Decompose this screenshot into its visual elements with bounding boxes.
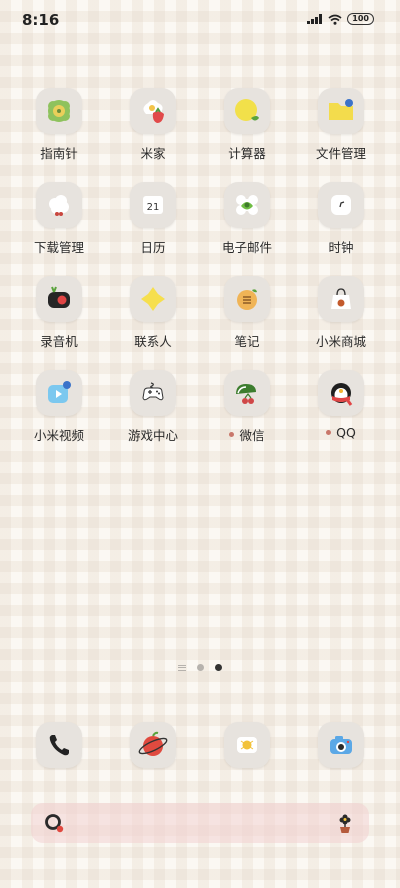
app-label: 文件管理 bbox=[315, 146, 366, 161]
wifi-icon bbox=[328, 14, 342, 25]
app-label: 电子邮件 bbox=[221, 240, 272, 255]
page-dot-1[interactable] bbox=[197, 664, 204, 671]
app-contacts[interactable]: 联系人 bbox=[106, 276, 200, 350]
recorder-icon[interactable] bbox=[36, 276, 82, 322]
mijia-icon[interactable] bbox=[130, 88, 176, 134]
file-manager-icon[interactable] bbox=[318, 88, 364, 134]
contacts-icon[interactable] bbox=[130, 276, 176, 322]
dock-camera[interactable] bbox=[294, 722, 388, 768]
browser-icon[interactable] bbox=[130, 722, 176, 768]
clock-icon[interactable] bbox=[318, 182, 364, 228]
app-label: 笔记 bbox=[234, 334, 260, 349]
search-icon[interactable] bbox=[43, 812, 65, 834]
phone-icon[interactable] bbox=[36, 722, 82, 768]
calendar-day: 21 bbox=[147, 202, 160, 213]
notification-dot bbox=[229, 432, 235, 437]
app-label: 时钟 bbox=[328, 240, 354, 255]
search-bar[interactable] bbox=[31, 803, 369, 843]
app-notes[interactable]: 笔记 bbox=[200, 276, 294, 350]
app-calendar[interactable]: 21 日历 bbox=[106, 182, 200, 256]
notification-dot bbox=[326, 430, 332, 435]
calendar-icon[interactable]: 21 bbox=[130, 182, 176, 228]
signal-icon bbox=[307, 14, 323, 24]
download-manager-icon[interactable] bbox=[36, 182, 82, 228]
notes-icon[interactable] bbox=[224, 276, 270, 322]
app-mi-video[interactable]: 小米视频 bbox=[12, 370, 106, 444]
page-dot-2-active[interactable] bbox=[215, 664, 222, 671]
dock-phone[interactable] bbox=[12, 722, 106, 768]
app-mi-store[interactable]: 小米商城 bbox=[294, 276, 388, 350]
app-label: 日历 bbox=[140, 240, 166, 255]
status-icons: 100 bbox=[307, 13, 374, 25]
page-indicator bbox=[0, 664, 400, 671]
app-label: 下载管理 bbox=[33, 240, 84, 255]
app-label: 游戏中心 bbox=[127, 428, 178, 443]
dock-browser[interactable] bbox=[106, 722, 200, 768]
mi-store-icon[interactable] bbox=[318, 276, 364, 322]
app-label: 计算器 bbox=[228, 146, 266, 161]
dock bbox=[12, 722, 388, 768]
app-label: 小米商城 bbox=[315, 334, 366, 349]
dock-messages[interactable] bbox=[200, 722, 294, 768]
page-list-icon[interactable] bbox=[178, 664, 186, 671]
status-bar: 8:16 100 bbox=[0, 0, 400, 44]
app-calculator[interactable]: 计算器 bbox=[200, 88, 294, 162]
app-recorder[interactable]: 录音机 bbox=[12, 276, 106, 350]
battery-icon: 100 bbox=[347, 13, 374, 25]
messages-icon[interactable] bbox=[224, 722, 270, 768]
game-center-icon[interactable] bbox=[130, 370, 176, 416]
flower-pot-icon[interactable] bbox=[333, 811, 357, 835]
email-icon[interactable] bbox=[224, 182, 270, 228]
app-label: 录音机 bbox=[40, 334, 78, 349]
app-qq[interactable]: QQ bbox=[294, 370, 388, 444]
app-email[interactable]: 电子邮件 bbox=[200, 182, 294, 256]
app-label: 联系人 bbox=[134, 334, 172, 349]
status-time: 8:16 bbox=[22, 11, 60, 29]
app-file-manager[interactable]: 文件管理 bbox=[294, 88, 388, 162]
wechat-icon[interactable] bbox=[224, 370, 270, 416]
app-label: 微信 bbox=[229, 425, 265, 444]
app-grid: 指南针 米家 计算器 文件管理 下载管理 21 日历 电子邮件 时钟 录音机 联… bbox=[12, 88, 388, 444]
calculator-icon[interactable] bbox=[224, 88, 270, 134]
app-clock[interactable]: 时钟 bbox=[294, 182, 388, 256]
camera-icon[interactable] bbox=[318, 722, 364, 768]
app-wechat[interactable]: 微信 bbox=[200, 370, 294, 444]
app-label: QQ bbox=[326, 425, 356, 440]
app-compass[interactable]: 指南针 bbox=[12, 88, 106, 162]
mi-video-icon[interactable] bbox=[36, 370, 82, 416]
app-mijia[interactable]: 米家 bbox=[106, 88, 200, 162]
app-label: 小米视频 bbox=[33, 428, 84, 443]
compass-icon[interactable] bbox=[36, 88, 82, 134]
app-game-center[interactable]: 游戏中心 bbox=[106, 370, 200, 444]
app-label: 米家 bbox=[140, 146, 166, 161]
app-download-manager[interactable]: 下载管理 bbox=[12, 182, 106, 256]
app-label: 指南针 bbox=[40, 146, 78, 161]
qq-icon[interactable] bbox=[318, 370, 364, 416]
